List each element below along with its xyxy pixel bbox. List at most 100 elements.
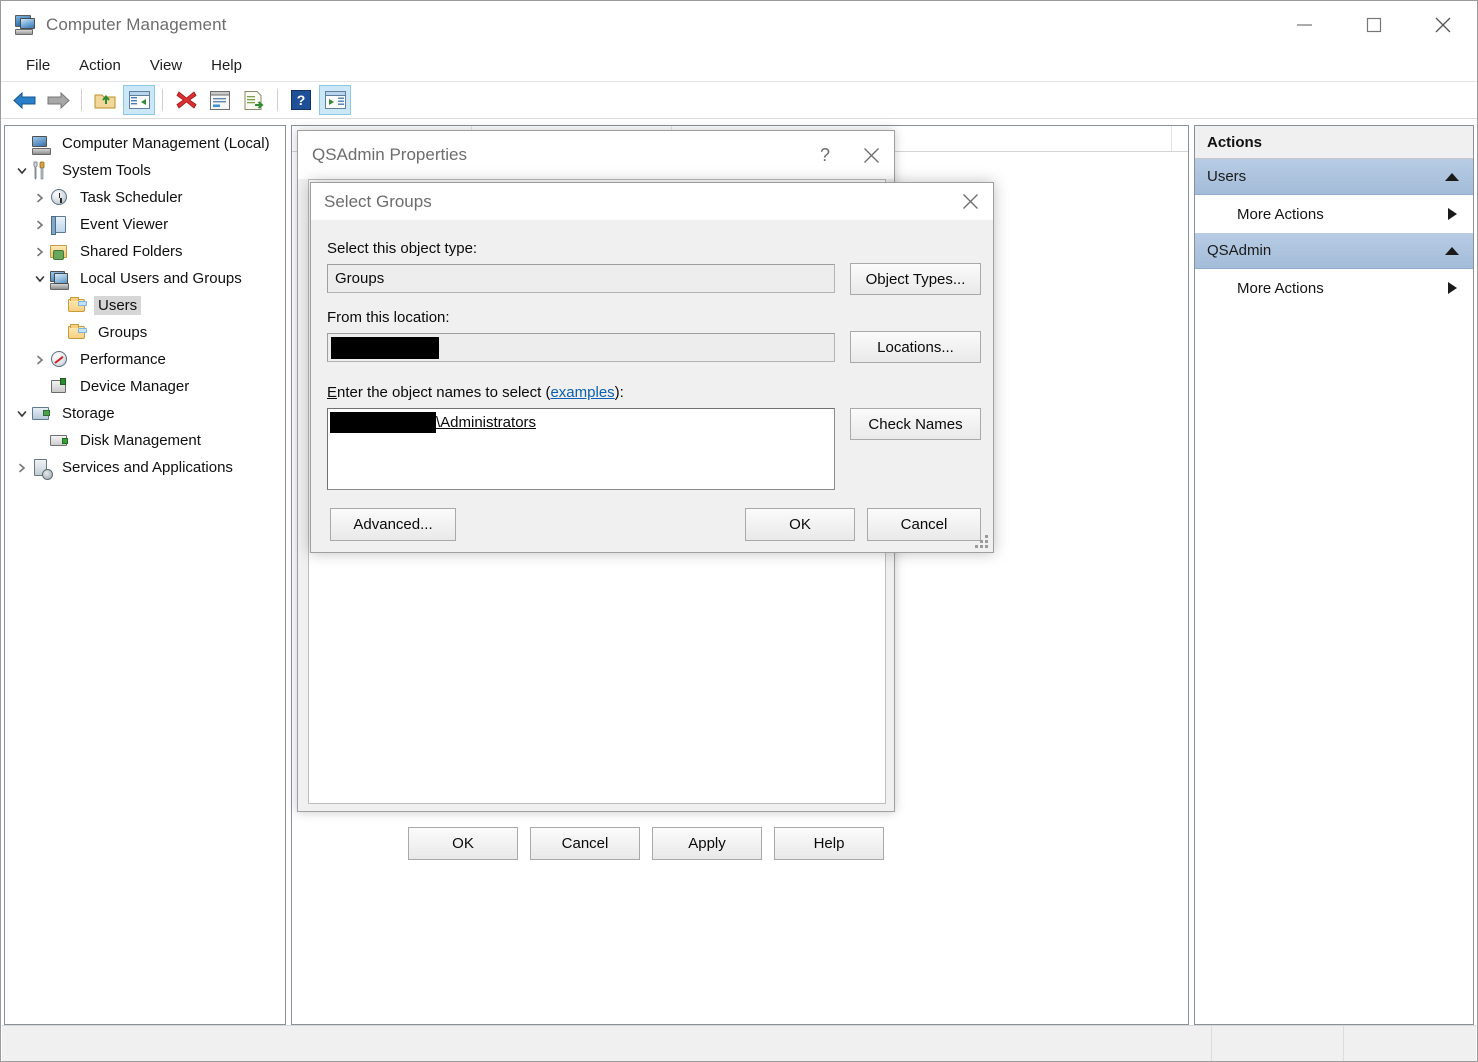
properties-dialog-footer: OK Cancel Apply Help [299, 827, 897, 860]
actions-group-label: Users [1207, 168, 1246, 185]
actions-group-users[interactable]: Users [1195, 159, 1473, 195]
select-groups-title: Select Groups [324, 192, 432, 212]
tree-item-services-and-applications[interactable]: Services and Applications [5, 454, 285, 481]
tree-item-label: System Tools [58, 161, 155, 180]
status-segment-main [2, 1026, 1212, 1061]
tree-item-shared-folders[interactable]: Shared Folders [5, 238, 285, 265]
chevron-down-icon[interactable] [13, 162, 31, 180]
menubar: File Action View Help [1, 49, 1477, 82]
examples-link[interactable]: examples [550, 384, 614, 401]
tree-item-disk-management[interactable]: Disk Management [5, 427, 285, 454]
close-icon[interactable] [947, 184, 993, 220]
object-names-input[interactable]: \Administrators [327, 408, 835, 490]
tree-item-label: Groups [94, 323, 151, 342]
shared-folders-icon [49, 242, 69, 261]
computer-management-window: Computer Management File Action View Hel… [0, 0, 1478, 1062]
caret-up-icon[interactable] [1445, 247, 1459, 255]
console-tree: Computer Management (Local) System Tools [5, 126, 285, 481]
locations-button[interactable]: Locations... [850, 331, 981, 363]
tree-item-storage[interactable]: Storage [5, 400, 285, 427]
tree-item-label: Task Scheduler [76, 188, 187, 207]
statusbar [2, 1025, 1476, 1061]
properties-cancel-button[interactable]: Cancel [530, 827, 640, 860]
actions-pane: Actions Users More Actions QSAdmin More … [1194, 125, 1474, 1025]
tree-item-local-users-and-groups[interactable]: Local Users and Groups [5, 265, 285, 292]
actions-pane-title: Actions [1195, 126, 1473, 159]
export-list-button[interactable] [238, 85, 270, 115]
console-tree-pane: Computer Management (Local) System Tools [4, 125, 286, 1025]
resize-grip-icon[interactable] [975, 535, 989, 549]
actions-group-label: QSAdmin [1207, 242, 1271, 259]
chevron-down-icon[interactable] [13, 405, 31, 423]
resolved-name-entry[interactable]: \Administrators [330, 412, 536, 433]
menu-view[interactable]: View [138, 54, 194, 77]
object-type-field[interactable]: Groups [327, 264, 835, 293]
select-groups-ok-button[interactable]: OK [745, 508, 855, 541]
task-scheduler-icon [49, 188, 69, 207]
tree-item-device-manager[interactable]: Device Manager [5, 373, 285, 400]
select-groups-body: Select this object type: Groups Object T… [311, 220, 993, 552]
location-label: From this location: [327, 309, 450, 326]
tree-item-label: Device Manager [76, 377, 193, 396]
select-groups-dialog: Select Groups Select this object type: G… [310, 182, 994, 553]
menu-action[interactable]: Action [67, 54, 133, 77]
select-groups-cancel-button[interactable]: Cancel [867, 508, 981, 541]
chevron-right-icon[interactable] [31, 351, 49, 369]
tree-item-system-tools[interactable]: System Tools [5, 157, 285, 184]
menu-help[interactable]: Help [199, 54, 254, 77]
properties-help-button[interactable]: Help [774, 827, 884, 860]
close-button[interactable] [1408, 1, 1477, 48]
storage-icon [31, 404, 51, 423]
back-button[interactable] [8, 85, 40, 115]
object-type-label: Select this object type: [327, 240, 477, 257]
menu-file[interactable]: File [14, 54, 62, 77]
window-titlebar: Computer Management [1, 1, 1477, 49]
properties-button[interactable] [204, 85, 236, 115]
chevron-right-icon[interactable] [31, 243, 49, 261]
up-one-level-button[interactable] [89, 85, 121, 115]
actions-item-more-actions-qsadmin[interactable]: More Actions [1195, 269, 1473, 307]
properties-apply-button[interactable]: Apply [652, 827, 762, 860]
properties-ok-button[interactable]: OK [408, 827, 518, 860]
actions-group-qsadmin[interactable]: QSAdmin [1195, 233, 1473, 269]
forward-button[interactable] [42, 85, 74, 115]
close-icon[interactable] [848, 132, 894, 178]
computer-management-icon [14, 14, 36, 36]
chevron-down-icon[interactable] [31, 270, 49, 288]
event-viewer-icon [49, 215, 69, 234]
actions-item-label: More Actions [1237, 280, 1324, 297]
toolbar: ? [1, 82, 1477, 119]
show-hide-action-pane-button[interactable] [319, 85, 351, 115]
caret-right-icon[interactable] [1448, 208, 1457, 220]
minimize-button[interactable] [1270, 1, 1339, 48]
tree-item-label: Computer Management (Local) [58, 134, 274, 153]
properties-dialog-titlebar: QSAdmin Properties ? [298, 131, 894, 179]
help-button[interactable]: ? [285, 85, 317, 115]
help-question-icon[interactable]: ? [802, 132, 848, 178]
tree-item-event-viewer[interactable]: Event Viewer [5, 211, 285, 238]
tree-item-label: Users [94, 296, 141, 315]
check-names-button[interactable]: Check Names [850, 408, 981, 440]
maximize-button[interactable] [1339, 1, 1408, 48]
tree-item-groups[interactable]: Groups [5, 319, 285, 346]
advanced-button[interactable]: Advanced... [330, 508, 456, 541]
system-tools-icon [31, 161, 51, 180]
show-hide-console-tree-button[interactable] [123, 85, 155, 115]
chevron-right-icon[interactable] [31, 189, 49, 207]
caret-right-icon[interactable] [1448, 282, 1457, 294]
tree-item-label: Local Users and Groups [76, 269, 246, 288]
delete-button[interactable] [170, 85, 202, 115]
chevron-right-icon[interactable] [31, 216, 49, 234]
tree-item-label: Storage [58, 404, 119, 423]
tree-item-task-scheduler[interactable]: Task Scheduler [5, 184, 285, 211]
tree-item-performance[interactable]: Performance [5, 346, 285, 373]
folder-icon [67, 296, 87, 315]
device-manager-icon [49, 377, 69, 396]
chevron-right-icon[interactable] [13, 459, 31, 477]
object-types-button[interactable]: Object Types... [850, 263, 981, 295]
location-field[interactable] [327, 333, 835, 362]
tree-item-computer-management[interactable]: Computer Management (Local) [5, 130, 285, 157]
actions-item-more-actions-users[interactable]: More Actions [1195, 195, 1473, 233]
caret-up-icon[interactable] [1445, 173, 1459, 181]
tree-item-users[interactable]: Users [5, 292, 285, 319]
